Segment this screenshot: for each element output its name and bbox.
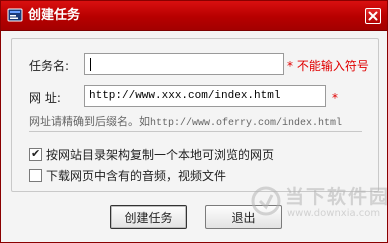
app-window-icon [7, 8, 23, 22]
text-caret [90, 58, 91, 71]
close-button[interactable] [365, 8, 381, 24]
task-name-input[interactable] [84, 53, 284, 75]
url-input[interactable]: http://www.xxx.com/index.html [84, 85, 326, 107]
checkbox[interactable] [29, 169, 42, 182]
title-bar[interactable]: 创建任务 [1, 1, 387, 31]
exit-button[interactable]: 退出 [205, 205, 282, 229]
option-label: 按网站目录架构复制一个本地可浏览的网页 [46, 148, 275, 162]
url-hint-text: 网址请精确到后缀名。如 [29, 115, 150, 128]
divider [29, 131, 362, 132]
task-settings-group: 任务名: * 不能输入符号 网 址: http://www.xxx.com/in… [11, 38, 379, 192]
task-name-label: 任务名: [29, 59, 70, 73]
url-hint-example: http://www.oferry.com/index.html [150, 118, 343, 129]
url-required-mark: * [332, 91, 338, 105]
url-value: http://www.xxx.com/index.html [89, 90, 281, 102]
close-icon [368, 11, 378, 21]
task-name-required-note: * 不能输入符号 [287, 59, 369, 73]
dialog-title: 创建任务 [28, 8, 81, 23]
option-label: 下载网页中含有的音频，视频文件 [46, 169, 227, 183]
url-label: 网 址: [29, 91, 61, 105]
watermark-url: www.downxia.com [287, 208, 381, 219]
create-task-button[interactable]: 创建任务 [110, 205, 187, 229]
check-mark-icon: ✔ [31, 147, 41, 160]
create-task-dialog: 创建任务 任务名: * 不能输入符号 网 址: http://www.xxx.c… [0, 0, 388, 243]
checkbox[interactable]: ✔ [29, 147, 42, 161]
url-hint: 网址请精确到后缀名。如http://www.oferry.com/index.h… [29, 113, 342, 129]
